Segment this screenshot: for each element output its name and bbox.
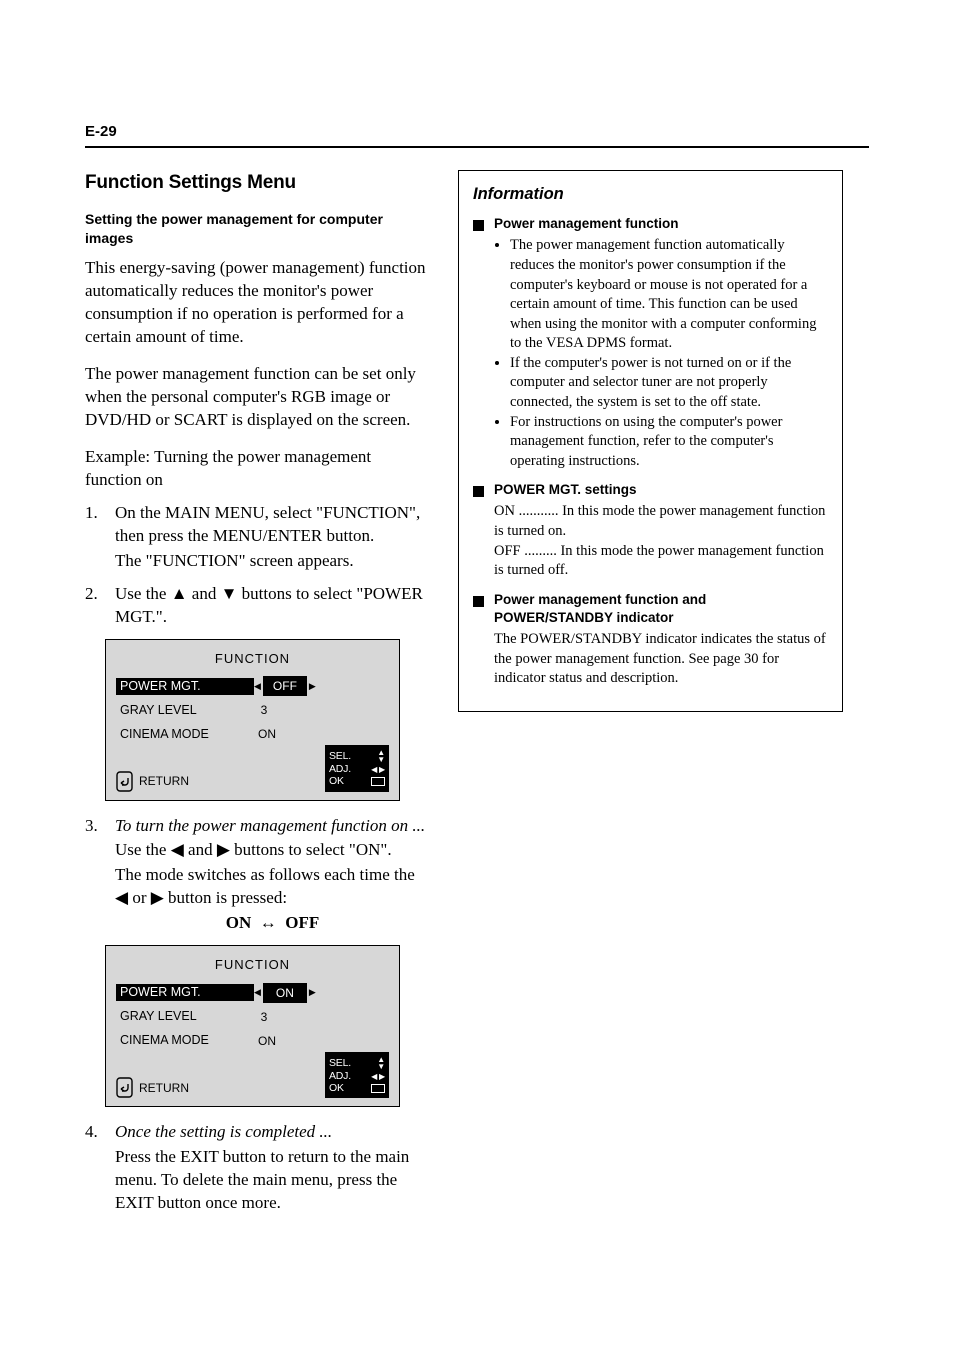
osd-selected-value: ON — [263, 983, 307, 1003]
osd-row-label: GRAY LEVEL — [116, 1008, 254, 1025]
osd-return-label: RETURN — [139, 1080, 189, 1096]
toggle-sequence: ON ↔ OFF — [115, 912, 430, 935]
osd-return-label: RETURN — [139, 773, 189, 789]
osd-nav-block: SEL.▲▼ ADJ.◀▶ OK — [325, 745, 389, 792]
osd-nav-block: SEL.▲▼ ADJ.◀▶ OK — [325, 1052, 389, 1099]
osd-value-text: 3 — [254, 700, 274, 720]
osd-row-label: GRAY LEVEL — [116, 702, 254, 719]
osd-row-label: CINEMA MODE — [116, 726, 254, 743]
info-subtitle: Power management function and POWER/STAN… — [494, 591, 828, 627]
left-arrow-icon: ◀ — [254, 988, 261, 997]
osd-title: FUNCTION — [116, 650, 389, 668]
osd-return[interactable]: RETURN — [116, 771, 189, 792]
ok-box-icon — [371, 777, 385, 786]
ok-box-icon — [371, 1084, 385, 1093]
return-icon — [116, 771, 133, 792]
step-1: 1. On the MAIN MENU, select "FUNCTION", … — [85, 502, 430, 573]
step-text: On the MAIN MENU, select "FUNCTION", the… — [115, 502, 430, 548]
osd-row-label: CINEMA MODE — [116, 1032, 254, 1049]
info-subtitle: Power management function — [494, 215, 828, 233]
info-point: For instructions on using the computer's… — [510, 413, 828, 472]
step-text: Use the ◀ and ▶ buttons to select "ON". — [115, 839, 430, 862]
info-point: The power management function automatica… — [510, 236, 828, 353]
osd-selected-value: OFF — [263, 676, 307, 696]
info-bullet: Power management function and POWER/STAN… — [473, 591, 828, 689]
body-paragraph: This energy-saving (power management) fu… — [85, 257, 430, 349]
step-text: The mode switches as follows each time t… — [115, 864, 430, 910]
osd-row[interactable]: GRAY LEVEL 3 — [116, 1006, 389, 1028]
info-point: If the computer's power is not turned on… — [510, 354, 828, 413]
step-3: 3. To turn the power management function… — [85, 815, 430, 936]
osd-screen-a: FUNCTION POWER MGT. ◀ OFF ▶ GRAY LEVEL — [105, 639, 400, 801]
info-bullet: POWER MGT. settings ON ........... In th… — [473, 481, 828, 580]
left-column: Function Settings Menu Setting the power… — [85, 170, 430, 1225]
step-text: The "FUNCTION" screen appears. — [115, 550, 430, 573]
left-arrow-icon: ◀ — [254, 682, 261, 691]
page-number: E-29 — [85, 122, 117, 142]
info-setting-on: ON ........... In this mode the power ma… — [494, 502, 828, 541]
osd-title: FUNCTION — [116, 956, 389, 974]
osd-row-label: POWER MGT. — [116, 678, 254, 695]
horizontal-rule — [85, 146, 869, 148]
information-box: Information Power management function Th… — [458, 170, 843, 712]
step-text: Once the setting is completed ... — [115, 1121, 430, 1144]
toggle-on: ON — [226, 913, 252, 932]
step-number: 1. — [85, 502, 107, 573]
square-bullet-icon — [473, 220, 484, 231]
toggle-off: OFF — [285, 913, 319, 932]
osd-row-value: ON — [254, 724, 280, 744]
info-setting-off: OFF ......... In this mode the power man… — [494, 542, 828, 581]
osd-row-value: 3 — [254, 1007, 274, 1027]
step-text: To turn the power management function on… — [115, 815, 430, 838]
osd-row-label: POWER MGT. — [116, 984, 254, 1001]
square-bullet-icon — [473, 486, 484, 497]
return-icon — [116, 1077, 133, 1098]
lede-text: Setting the power management for compute… — [85, 210, 430, 248]
info-heading: Information — [473, 183, 828, 205]
osd-row-value: ON — [254, 1031, 280, 1051]
step-number: 4. — [85, 1121, 107, 1215]
info-body: The POWER/STANDBY indicator indicates th… — [494, 630, 828, 689]
info-bullet: Power management function The power mana… — [473, 215, 828, 471]
osd-row[interactable]: GRAY LEVEL 3 — [116, 699, 389, 721]
right-column: Information Power management function Th… — [458, 170, 843, 712]
right-arrow-icon: ▶ — [309, 988, 316, 997]
square-bullet-icon — [473, 596, 484, 607]
osd-row[interactable]: POWER MGT. ◀ OFF ▶ — [116, 675, 389, 697]
osd-value-text: ON — [254, 1031, 280, 1051]
osd-row-value: ◀ OFF ▶ — [254, 676, 316, 696]
osd-value-text: ON — [254, 724, 280, 744]
body-paragraph: The power management function can be set… — [85, 363, 430, 432]
osd-row[interactable]: POWER MGT. ◀ ON ▶ — [116, 982, 389, 1004]
right-arrow-icon: ▶ — [309, 682, 316, 691]
step-2: 2. Use the ▲ and ▼ buttons to select "PO… — [85, 583, 430, 629]
step-text: Use the ▲ and ▼ buttons to select "POWER… — [115, 583, 430, 629]
osd-row-value: 3 — [254, 700, 274, 720]
osd-row[interactable]: CINEMA MODE ON — [116, 1030, 389, 1052]
osd-row[interactable]: CINEMA MODE ON — [116, 723, 389, 745]
step-text: Press the EXIT button to return to the m… — [115, 1146, 430, 1215]
osd-return[interactable]: RETURN — [116, 1077, 189, 1098]
step-number: 2. — [85, 583, 107, 629]
example-label: Example: Turning the power management fu… — [85, 446, 430, 492]
osd-value-text: 3 — [254, 1007, 274, 1027]
osd-row-value: ◀ ON ▶ — [254, 983, 316, 1003]
step-number: 3. — [85, 815, 107, 936]
info-subtitle: POWER MGT. settings — [494, 481, 828, 499]
step-4: 4. Once the setting is completed ... Pre… — [85, 1121, 430, 1215]
osd-screen-b: FUNCTION POWER MGT. ◀ ON ▶ GRAY LEVEL 3 — [105, 945, 400, 1107]
section-heading: Function Settings Menu — [85, 170, 430, 196]
